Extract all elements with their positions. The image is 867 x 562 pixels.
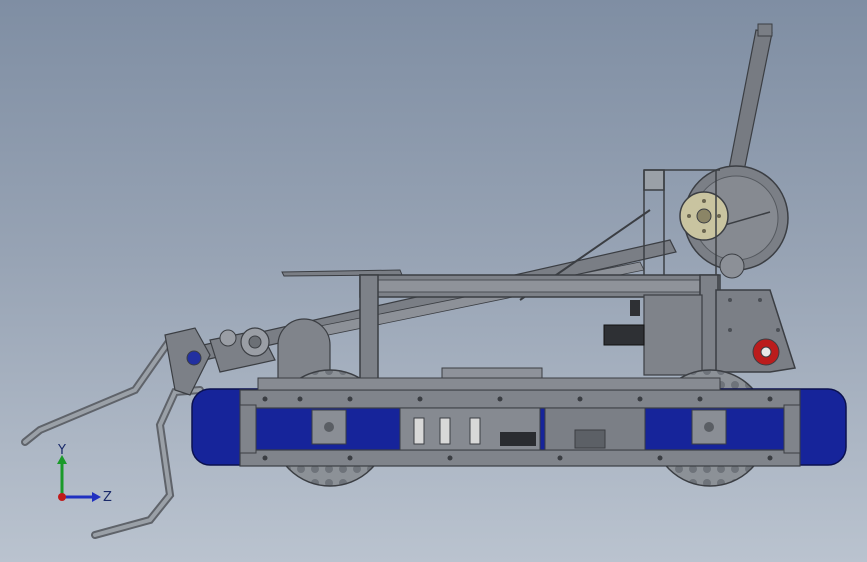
z-axis-arrow	[92, 492, 101, 502]
graphics-viewport[interactable]: Y Z	[0, 0, 867, 562]
z-axis-label: Z	[103, 490, 112, 505]
x-axis-dot	[58, 493, 66, 501]
view-orientation-triad: Y Z	[57, 443, 112, 505]
y-axis-label: Y	[57, 443, 66, 458]
